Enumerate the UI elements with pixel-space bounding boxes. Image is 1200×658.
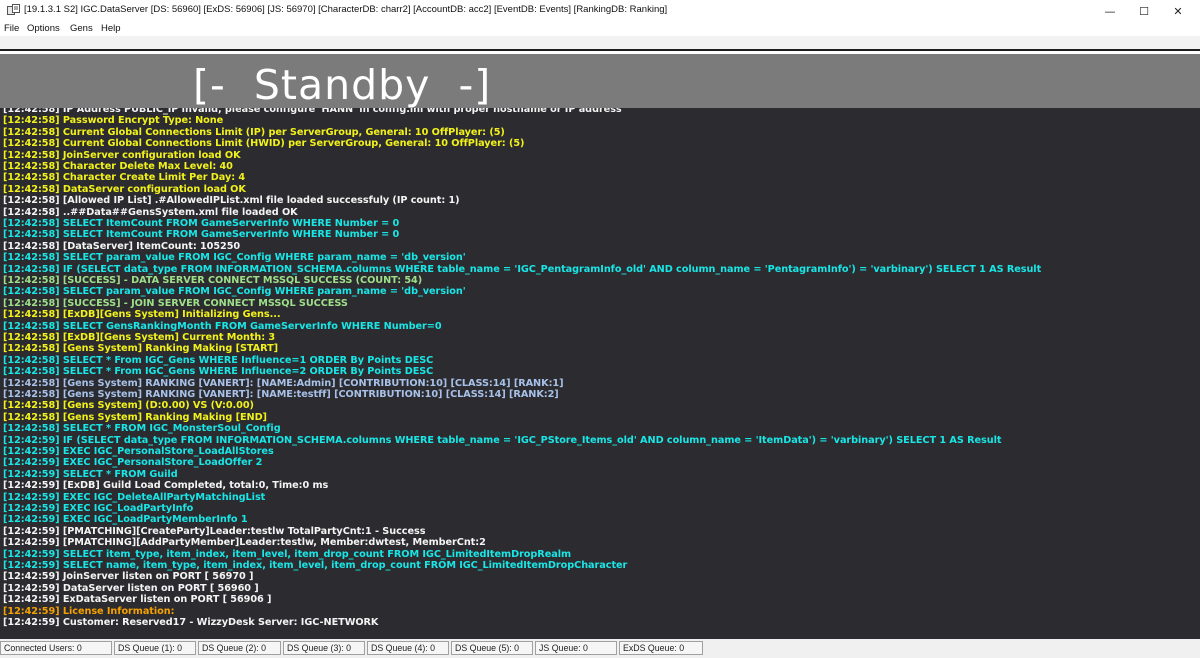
log-line: [12:42:59] EXEC IGC_PersonalStore_LoadAl… xyxy=(3,446,274,457)
menu-options[interactable]: Options xyxy=(27,23,60,34)
log-line: [12:42:58] SELECT * From IGC_Gens WHERE … xyxy=(3,366,434,378)
close-icon: ✕ xyxy=(1173,4,1183,18)
minimize-icon: — xyxy=(1104,4,1116,18)
log-line: [12:42:59] Customer: Reserved17 - WizzyD… xyxy=(3,617,379,628)
status-banner: [- Standby -] xyxy=(0,54,1200,111)
log-line: [12:42:59] EXEC IGC_LoadPartyInfo xyxy=(3,503,194,514)
log-line: [12:42:58] SELECT ItemCount FROM GameSer… xyxy=(3,218,400,229)
log-line: [12:42:59] SELECT item_type, item_index,… xyxy=(3,548,572,560)
maximize-button[interactable]: ☐ xyxy=(1127,0,1161,22)
close-button[interactable]: ✕ xyxy=(1161,0,1195,22)
log-line: [12:42:58] [Gens System] (D:0.00) VS (V:… xyxy=(3,400,254,412)
menu-bar: File Options Gens Help xyxy=(0,22,1200,36)
log-line: [12:42:59] EXEC IGC_LoadPartyMemberInfo … xyxy=(3,514,248,526)
log-line: [12:42:58] JoinServer configuration load… xyxy=(3,149,241,161)
toolbar-strip xyxy=(0,36,1200,49)
minimize-button[interactable]: — xyxy=(1093,0,1127,22)
log-line: [12:42:58] SELECT GensRankingMonth FROM … xyxy=(3,320,442,332)
status-exds-queue: ExDS Queue: 0 xyxy=(619,641,703,655)
status-ds-queue-2: DS Queue (2): 0 xyxy=(198,641,281,655)
log-line: [12:42:59] License Information: xyxy=(3,605,175,617)
log-line: [12:42:59] DataServer listen on PORT [ 5… xyxy=(3,582,259,594)
log-line: [12:42:58] SELECT param_value FROM IGC_C… xyxy=(3,252,466,264)
log-line: [12:42:58] SELECT param_value FROM IGC_C… xyxy=(3,286,466,298)
log-line: [12:42:58] [SUCCESS] - JOIN SERVER CONNE… xyxy=(3,297,348,309)
log-line: [12:42:59] JoinServer listen on PORT [ 5… xyxy=(3,571,254,583)
log-line: [12:42:58] [Gens System] Ranking Making … xyxy=(3,411,267,423)
status-ds-queue-1: DS Queue (1): 0 xyxy=(114,641,196,655)
status-ds-queue-4: DS Queue (4): 0 xyxy=(367,641,449,655)
log-line: [12:42:59] SELECT name, item_type, item_… xyxy=(3,560,628,571)
menu-file[interactable]: File xyxy=(4,23,19,34)
log-line: [12:42:58] Current Global Connections Li… xyxy=(3,138,525,150)
log-line: [12:42:59] IF (SELECT data_type FROM INF… xyxy=(3,434,1002,446)
log-line: [12:42:59] [ExDB] Guild Load Completed, … xyxy=(3,480,329,492)
status-ds-queue-3: DS Queue (3): 0 xyxy=(283,641,365,655)
standby-label: [- Standby -] xyxy=(193,61,492,109)
log-line: [12:42:58] Character Create Limit Per Da… xyxy=(3,172,246,184)
log-line: [12:42:58] [Gens System] Ranking Making … xyxy=(3,343,279,355)
log-line: [12:42:58] [Gens System] RANKING [VANERT… xyxy=(3,377,564,389)
log-line: [12:42:58] [ExDB][Gens System] Initializ… xyxy=(3,309,281,321)
log-line: [12:42:59] SELECT * FROM Guild xyxy=(3,468,178,480)
log-line: [12:42:59] ExDataServer listen on PORT [… xyxy=(3,594,272,606)
server-app-icon xyxy=(7,4,20,15)
log-line: [12:42:59] [PMATCHING][AddPartyMember]Le… xyxy=(3,537,486,549)
log-line: [12:42:58] [Gens System] RANKING [VANERT… xyxy=(3,389,559,400)
log-line: [12:42:58] Current Global Connections Li… xyxy=(3,126,505,138)
menu-gens[interactable]: Gens xyxy=(70,23,93,34)
log-line: [12:42:58] [ExDB][Gens System] Current M… xyxy=(3,332,276,343)
window-title: [19.1.3.1 S2] IGC.DataServer [DS: 56960]… xyxy=(24,4,668,15)
log-line: [12:42:58] Password Encrypt Type: None xyxy=(3,115,224,127)
log-console[interactable]: [12:42:58] IP Address PUBLIC_IP invalid,… xyxy=(0,108,1200,639)
status-js-queue: JS Queue: 0 xyxy=(535,641,617,655)
status-bar: Connected Users: 0 DS Queue (1): 0 DS Queu… xyxy=(0,639,1200,658)
log-line: [12:42:59] EXEC IGC_DeleteAllPartyMatchi… xyxy=(3,491,266,503)
status-ds-queue-5: DS Queue (5): 0 xyxy=(451,641,533,655)
log-line: [12:42:59] EXEC IGC_PersonalStore_LoadOf… xyxy=(3,457,263,469)
log-line: [12:42:58] SELECT ItemCount FROM GameSer… xyxy=(3,229,400,241)
log-line: [12:42:58] Character Delete Max Level: 4… xyxy=(3,161,233,172)
log-line: [12:42:58] SELECT * From IGC_Gens WHERE … xyxy=(3,354,434,366)
log-line: [12:42:58] DataServer configuration load… xyxy=(3,183,246,195)
log-line: [12:42:58] [Allowed IP List] .#AllowedIP… xyxy=(3,195,460,207)
log-line: [12:42:58] [DataServer] ItemCount: 10525… xyxy=(3,240,241,252)
log-line: [12:42:58] IF (SELECT data_type FROM INF… xyxy=(3,263,1042,275)
status-connected-users: Connected Users: 0 xyxy=(0,641,112,655)
log-line: [12:42:58] ..##Data##GensSystem.xml file… xyxy=(3,206,298,218)
title-bar[interactable]: [19.1.3.1 S2] IGC.DataServer [DS: 56960]… xyxy=(0,0,1200,22)
log-line: [12:42:58] SELECT * FROM IGC_MonsterSoul… xyxy=(3,423,281,435)
maximize-icon: ☐ xyxy=(1139,4,1149,18)
log-line: [12:42:59] [PMATCHING][CreateParty]Leade… xyxy=(3,525,426,537)
log-line: [12:42:58] [SUCCESS] - DATA SERVER CONNE… xyxy=(3,275,423,286)
menu-help[interactable]: Help xyxy=(101,23,121,34)
